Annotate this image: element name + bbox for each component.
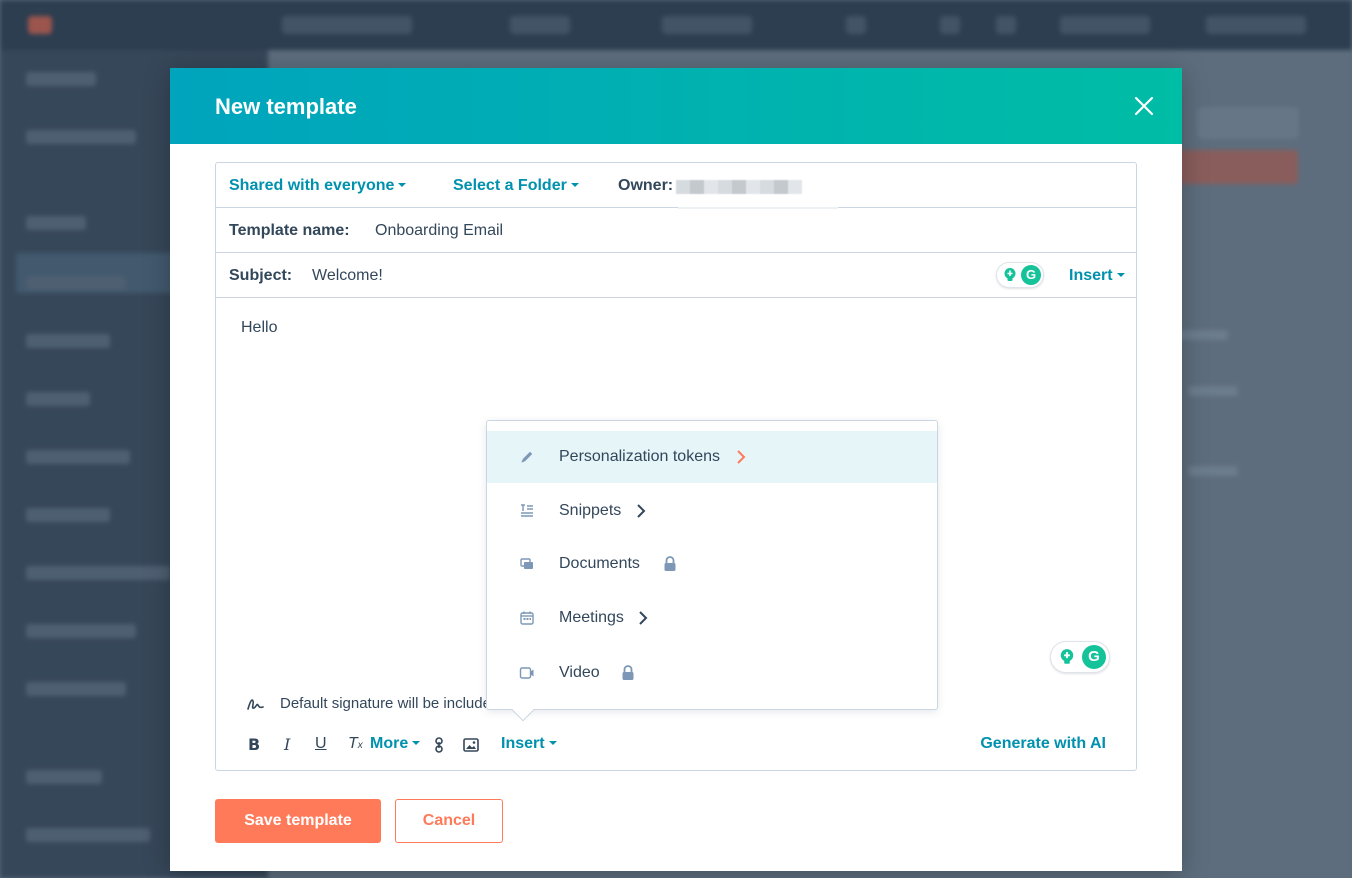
lock-icon <box>622 665 634 680</box>
subject-row: Subject: Welcome! G Insert <box>216 253 1136 298</box>
formatting-toolbar: B I U Tx More Insert Generate with AI <box>246 735 1116 759</box>
template-name-label: Template name: <box>229 222 350 239</box>
save-template-button[interactable]: Save template <box>215 799 381 843</box>
image-button[interactable] <box>463 738 479 760</box>
documents-icon <box>520 558 533 569</box>
generate-with-ai-button[interactable]: Generate with AI <box>980 735 1106 753</box>
snippets-icon <box>521 504 533 517</box>
lightbulb-icon <box>1004 268 1016 281</box>
subject-insert-dropdown[interactable]: Insert <box>1069 267 1125 285</box>
template-name-input[interactable]: Onboarding Email <box>375 222 503 240</box>
grammarly-widget-body[interactable]: G <box>1050 641 1110 673</box>
signature-notice: Default signature will be included <box>246 695 486 712</box>
insert-menu-item-personalization-tokens[interactable]: Personalization tokens <box>487 431 937 483</box>
insert-menu-item-meetings[interactable]: Meetings <box>487 592 937 644</box>
grammarly-icon: G <box>1021 265 1041 285</box>
insert-menu-label: Meetings <box>559 609 624 626</box>
chevron-right-icon <box>637 504 646 518</box>
folder-dropdown[interactable]: Select a Folder <box>453 177 579 195</box>
insert-menu-item-video[interactable]: Video <box>487 647 937 699</box>
owner-value-redacted <box>676 180 802 194</box>
video-icon <box>519 667 534 679</box>
sharing-row: Shared with everyone Select a Folder Own… <box>216 163 1136 209</box>
signature-icon <box>247 699 264 710</box>
chevron-right-icon <box>737 450 746 464</box>
insert-menu-item-snippets[interactable]: Snippets <box>487 485 937 537</box>
grammarly-widget-subject[interactable]: G <box>996 262 1044 288</box>
insert-menu: Personalization tokens Snippets Document… <box>486 420 938 722</box>
more-dropdown[interactable]: More <box>370 735 421 757</box>
clear-format-button[interactable]: Tx <box>348 735 363 757</box>
lock-icon <box>664 556 676 571</box>
link-icon <box>435 737 443 753</box>
italic-button[interactable]: I <box>284 735 290 757</box>
sharing-dropdown[interactable]: Shared with everyone <box>229 177 407 195</box>
bold-button[interactable]: B <box>248 735 260 757</box>
template-name-row: Template name: Onboarding Email <box>216 208 1136 253</box>
grammarly-icon: G <box>1082 645 1106 669</box>
close-icon[interactable] <box>1132 94 1156 118</box>
insert-menu-label: Video <box>559 664 600 681</box>
insert-menu-label: Documents <box>559 555 640 572</box>
insert-menu-label: Snippets <box>559 502 622 519</box>
lightbulb-icon <box>1060 649 1074 664</box>
subject-input[interactable]: Welcome! <box>312 267 383 285</box>
subject-label: Subject: <box>229 267 293 284</box>
modal-title: New template <box>215 94 357 119</box>
underline-button[interactable]: U <box>315 735 327 757</box>
chevron-right-icon <box>639 611 648 625</box>
body-insert-dropdown[interactable]: Insert <box>501 735 557 757</box>
calendar-icon <box>520 611 534 625</box>
image-icon <box>463 738 479 752</box>
pencil-icon <box>521 451 533 463</box>
insert-menu-label: Personalization tokens <box>559 448 720 465</box>
insert-menu-item-documents[interactable]: Documents <box>487 538 937 590</box>
owner-label: Owner: <box>618 177 674 194</box>
link-button[interactable] <box>434 737 444 759</box>
cancel-button[interactable]: Cancel <box>395 799 503 843</box>
email-body[interactable]: Hello <box>241 319 277 337</box>
modal-header: New template <box>170 68 1182 144</box>
